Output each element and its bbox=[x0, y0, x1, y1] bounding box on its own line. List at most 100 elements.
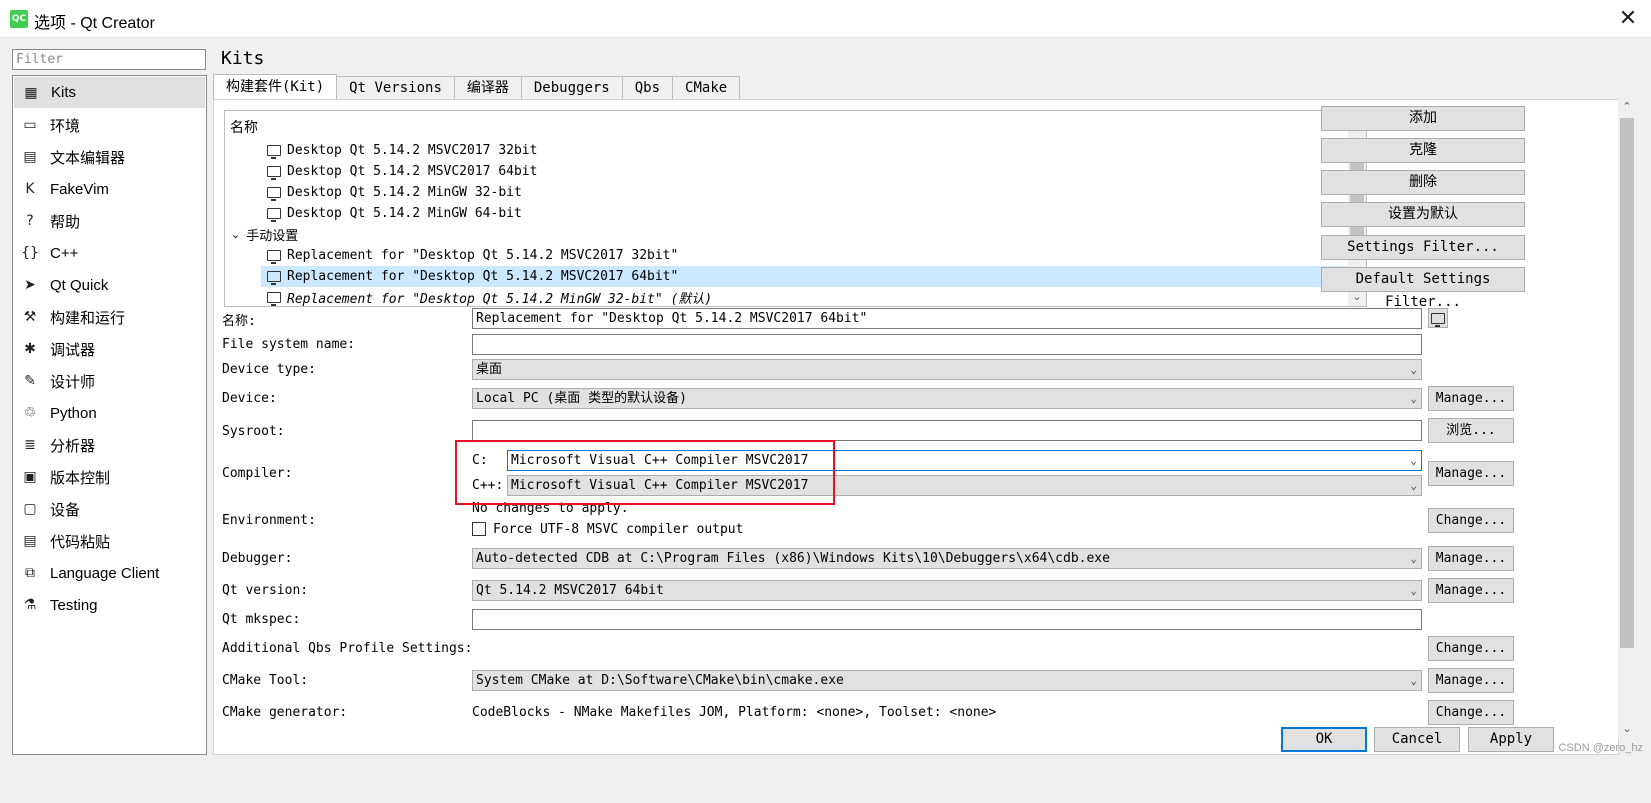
settings-scrollbar[interactable]: ⌃ ⌄ bbox=[1618, 98, 1636, 738]
scroll-up-icon[interactable]: ⌃ bbox=[1618, 98, 1636, 116]
force-utf8-label: Force UTF-8 MSVC compiler output bbox=[493, 522, 744, 537]
kit-list-item[interactable]: Desktop Qt 5.14.2 MinGW 32-bit bbox=[225, 182, 1350, 203]
compiler-label: Compiler: bbox=[222, 466, 293, 481]
nav-item-label: Qt Quick bbox=[50, 276, 109, 294]
debugger-select[interactable]: Auto-detected CDB at C:\Program Files (x… bbox=[472, 548, 1422, 569]
default-settings-filter-button[interactable]: Default Settings Filter... bbox=[1321, 267, 1525, 310]
language-client-icon: ⧉ bbox=[25, 565, 35, 581]
nav-item-label: 版本控制 bbox=[50, 469, 111, 487]
nav-item-label: 构建和运行 bbox=[50, 309, 126, 327]
settings-filter-button[interactable]: Settings Filter... bbox=[1321, 235, 1525, 260]
nav-item--4[interactable]: ? 帮助 bbox=[13, 205, 206, 237]
cmake-tool-select[interactable]: System CMake at D:\Software\CMake\bin\cm… bbox=[472, 670, 1422, 691]
debugger-label: Debugger: bbox=[222, 551, 293, 566]
remove-kit-button[interactable]: 删除 bbox=[1321, 170, 1525, 195]
kit-list-item[interactable]: Desktop Qt 5.14.2 MSVC2017 64bit bbox=[225, 161, 1350, 182]
desktop-icon bbox=[267, 166, 281, 180]
kit-list-item-default[interactable]: Replacement for "Desktop Qt 5.14.2 MinGW… bbox=[225, 287, 1350, 306]
tab-qbs[interactable]: Qbs bbox=[621, 76, 674, 99]
nav-item--11[interactable]: ≣ 分析器 bbox=[13, 429, 206, 461]
file-system-name-field[interactable] bbox=[472, 334, 1422, 355]
sysroot-browse-button[interactable]: 浏览... bbox=[1428, 418, 1514, 443]
cmake-tool-manage-button[interactable]: Manage... bbox=[1428, 668, 1514, 693]
window-title: 选项 - Qt Creator bbox=[34, 15, 155, 32]
kit-name-field[interactable]: Replacement for "Desktop Qt 5.14.2 MSVC2… bbox=[472, 308, 1422, 329]
desktop-icon bbox=[267, 187, 281, 201]
kit-list-item[interactable]: Desktop Qt 5.14.2 MSVC2017 32bit bbox=[225, 140, 1350, 161]
kit-list-item[interactable]: Desktop Qt 5.14.2 MinGW 64-bit bbox=[225, 203, 1350, 224]
options-category-list: ▦ Kits ▭ 环境 ▤ 文本编辑器 K FakeVim? 帮助 {} C++ ➤ Qt Quick ⚒… bbox=[12, 75, 207, 755]
compiler-highlight-annotation bbox=[455, 440, 835, 505]
tab-kits[interactable]: 构建套件(Kit) bbox=[213, 74, 338, 99]
tab-qt-versions[interactable]: Qt Versions bbox=[336, 76, 455, 99]
close-button[interactable]: ✕ bbox=[1605, 0, 1651, 38]
filter-input[interactable] bbox=[12, 49, 206, 70]
nav-item-python[interactable]: ♲ Python bbox=[13, 397, 206, 429]
qbs-profile-label: Additional Qbs Profile Settings: bbox=[222, 641, 473, 656]
qt-version-manage-button[interactable]: Manage... bbox=[1428, 578, 1514, 603]
nav-item-label: 帮助 bbox=[50, 213, 81, 231]
nav-item--9[interactable]: ✎ 设计师 bbox=[13, 365, 206, 397]
nav-item-testing[interactable]: ⚗ Testing bbox=[13, 589, 206, 621]
chevron-down-icon: ⌄ bbox=[1410, 363, 1417, 376]
add-kit-button[interactable]: 添加 bbox=[1321, 106, 1525, 131]
nav-item-language-client[interactable]: ⧉ Language Client bbox=[13, 557, 206, 589]
nav-item-label: 环境 bbox=[50, 117, 81, 135]
scroll-down-icon[interactable]: ⌄ bbox=[1618, 720, 1636, 738]
nav-item-qt-quick[interactable]: ➤ Qt Quick bbox=[13, 269, 206, 301]
nav-item--13[interactable]: ▢ 设备 bbox=[13, 493, 206, 525]
qt-version-select[interactable]: Qt 5.14.2 MSVC2017 64bit ⌄ bbox=[472, 580, 1422, 601]
qt-mkspec-field[interactable] bbox=[472, 609, 1422, 630]
ok-button[interactable]: OK bbox=[1281, 727, 1367, 752]
clone-kit-button[interactable]: 克隆 bbox=[1321, 138, 1525, 163]
tab-cmake[interactable]: CMake bbox=[672, 76, 741, 99]
nav-item--2[interactable]: ▤ 文本编辑器 bbox=[13, 141, 206, 173]
force-utf8-checkbox[interactable] bbox=[472, 522, 486, 536]
desktop-icon bbox=[267, 145, 281, 159]
kit-list-item-selected[interactable]: Replacement for "Desktop Qt 5.14.2 MSVC2… bbox=[261, 266, 1350, 287]
python-icon: ♲ bbox=[23, 405, 37, 421]
device-type-select[interactable]: 桌面 ⌄ bbox=[472, 359, 1422, 380]
nav-item-c[interactable]: {} C++ bbox=[13, 237, 206, 269]
make-default-button[interactable]: 设置为默认 bbox=[1321, 202, 1525, 227]
kit-device-icon-button[interactable] bbox=[1428, 308, 1448, 328]
kits-icon: ▦ bbox=[24, 84, 38, 101]
testing-icon: ⚗ bbox=[23, 597, 37, 613]
nav-item-fakevim[interactable]: K FakeVim bbox=[13, 173, 206, 205]
qt-quick-icon: ➤ bbox=[24, 277, 36, 293]
chevron-down-icon[interactable]: ⌄ bbox=[231, 228, 240, 241]
cmake-generator-label: CMake generator: bbox=[222, 705, 348, 720]
nav-item-label: 文本编辑器 bbox=[50, 149, 126, 167]
nav-item--7[interactable]: ⚒ 构建和运行 bbox=[13, 301, 206, 333]
debugger-manage-button[interactable]: Manage... bbox=[1428, 546, 1514, 571]
chevron-down-icon: ⌄ bbox=[1410, 552, 1417, 565]
nav-item--8[interactable]: ✱ 调试器 bbox=[13, 333, 206, 365]
kit-group-manual[interactable]: ⌄ 手动设置 bbox=[225, 224, 1350, 245]
compiler-manage-button[interactable]: Manage... bbox=[1428, 461, 1514, 486]
tab-debuggers[interactable]: Debuggers bbox=[520, 76, 623, 99]
device-icon: ▢ bbox=[23, 501, 37, 517]
cancel-button[interactable]: Cancel bbox=[1374, 727, 1460, 752]
nav-item-kits[interactable]: ▦ Kits bbox=[14, 77, 205, 108]
apply-button[interactable]: Apply bbox=[1468, 727, 1554, 752]
qbs-change-button[interactable]: Change... bbox=[1428, 636, 1514, 661]
desktop-icon bbox=[267, 292, 281, 306]
sysroot-field[interactable] bbox=[472, 420, 1422, 441]
nav-item--14[interactable]: ▤ 代码粘贴 bbox=[13, 525, 206, 557]
kit-list[interactable]: 名称 Desktop Qt 5.14.2 MSVC2017 32bit Desk… bbox=[224, 110, 1367, 307]
device-manage-button[interactable]: Manage... bbox=[1428, 386, 1514, 411]
nav-item-label: Language Client bbox=[50, 564, 160, 582]
monitor-icon: ▭ bbox=[23, 117, 37, 133]
page-title: Kits bbox=[221, 48, 265, 69]
tab-compilers[interactable]: 编译器 bbox=[453, 76, 522, 99]
code-paste-icon: ▤ bbox=[23, 533, 37, 549]
environment-change-button[interactable]: Change... bbox=[1428, 508, 1514, 533]
device-select[interactable]: Local PC (桌面 类型的默认设备) ⌄ bbox=[472, 388, 1422, 409]
tab-bar: 构建套件(Kit) Qt Versions 编译器 Debuggers Qbs … bbox=[213, 74, 741, 100]
analyzer-icon: ≣ bbox=[24, 437, 36, 453]
nav-item--1[interactable]: ▭ 环境 bbox=[13, 109, 206, 141]
nav-item--12[interactable]: ▣ 版本控制 bbox=[13, 461, 206, 493]
scrollbar-thumb[interactable] bbox=[1620, 118, 1634, 648]
cmake-generator-change-button[interactable]: Change... bbox=[1428, 700, 1514, 725]
kit-list-item[interactable]: Replacement for "Desktop Qt 5.14.2 MSVC2… bbox=[225, 245, 1350, 266]
